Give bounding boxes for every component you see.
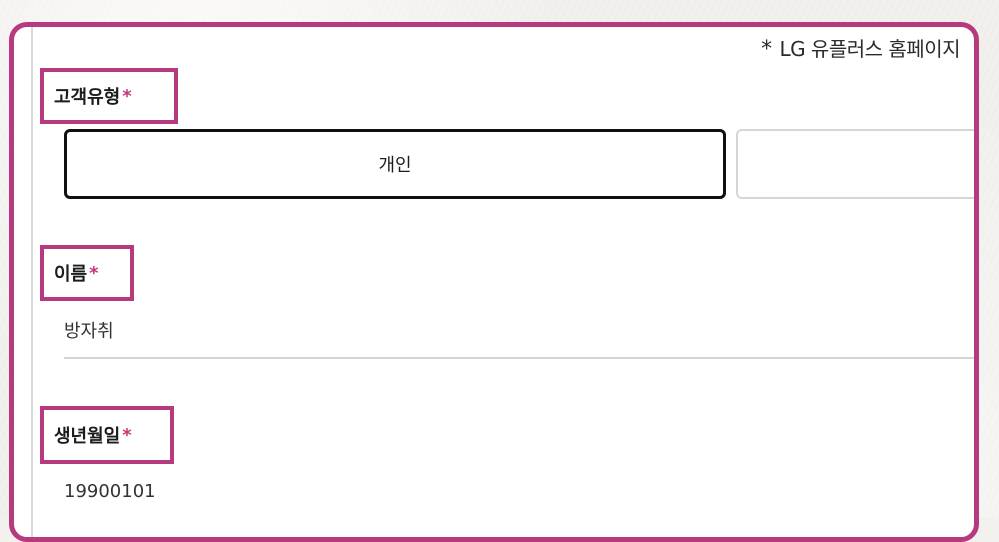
customer-type-label: 고객유형 * xyxy=(40,68,178,124)
individual-button-label: 개인 xyxy=(378,155,412,176)
required-mark: * xyxy=(89,262,99,284)
name-input[interactable]: 방자취 xyxy=(64,317,114,343)
customer-type-individual-button[interactable]: 개인 xyxy=(64,129,726,199)
required-mark: * xyxy=(122,85,132,107)
left-divider xyxy=(31,27,33,537)
notice-star: * xyxy=(761,37,772,62)
customer-type-second-option-button[interactable] xyxy=(736,129,974,199)
birthdate-input[interactable]: 19900101 xyxy=(64,481,156,502)
birthdate-label-text: 생년월일 xyxy=(54,426,121,447)
name-input-underline xyxy=(64,357,974,359)
source-notice: * LG 유플러스 홈페이지 xyxy=(761,33,960,62)
required-mark: * xyxy=(122,424,132,446)
customer-type-label-text: 고객유형 xyxy=(54,87,121,108)
notice-text: LG 유플러스 홈페이지 xyxy=(779,37,960,61)
name-label: 이름 * xyxy=(40,245,134,301)
name-label-text: 이름 xyxy=(54,264,88,285)
form-panel: * LG 유플러스 홈페이지 고객유형 * 개인 이름 * 방자취 생년월일 * 19… xyxy=(9,22,979,542)
birthdate-label: 생년월일 * xyxy=(40,406,174,464)
